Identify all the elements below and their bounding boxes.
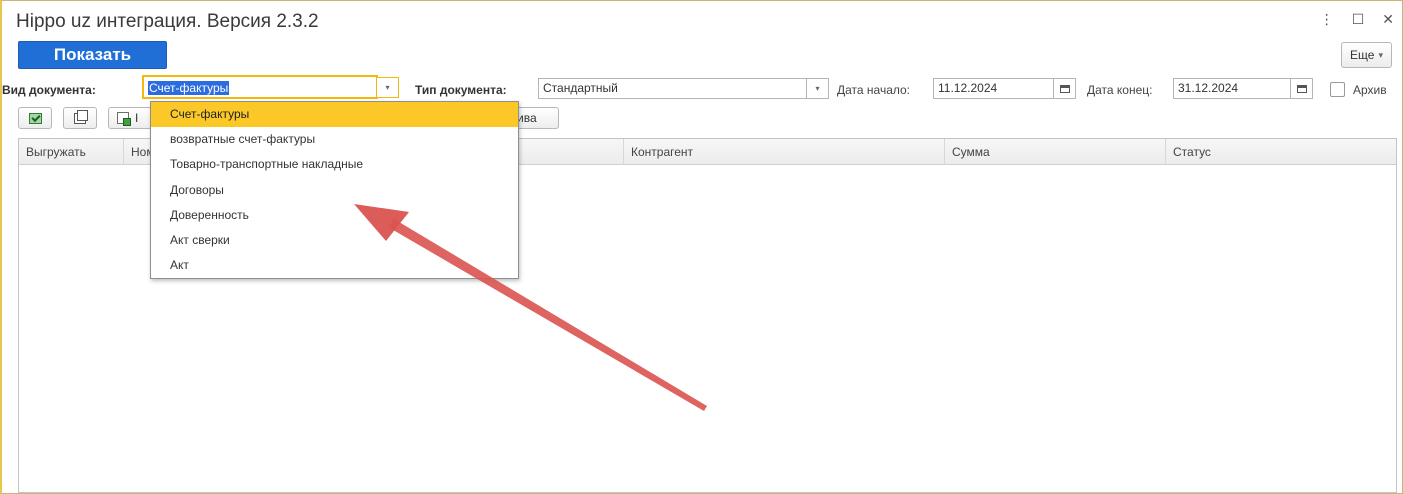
chevron-down-icon: ▾ <box>1378 49 1383 60</box>
check-all-icon <box>28 112 42 124</box>
date-end-label: Дата конец: <box>1087 83 1153 97</box>
column-header-export[interactable]: Выгружать <box>19 139 124 165</box>
date-start-label: Дата начало: <box>837 83 911 97</box>
more-button-label: Еще <box>1350 48 1375 62</box>
column-header-contractor[interactable]: Контрагент <box>624 139 945 165</box>
window-title: Hippo uz интеграция. Версия 2.3.2 <box>16 11 319 32</box>
export-button[interactable]: I <box>108 107 152 129</box>
date-start-calendar-button[interactable] <box>1053 78 1076 99</box>
archive-label: Архив <box>1353 83 1387 97</box>
dropdown-option-act[interactable]: Акт <box>151 253 518 278</box>
doc-type-dropdown-button[interactable]: ▾ <box>806 78 829 99</box>
date-end-input[interactable]: 31.12.2024 <box>1173 78 1291 99</box>
doc-kind-dropdown-list: Счет-фактуры возвратные счет-фактуры Тов… <box>150 101 519 279</box>
more-button[interactable]: Еще ▾ <box>1341 42 1392 68</box>
doc-kind-input[interactable]: Счет-фактуры <box>142 75 378 99</box>
calendar-icon <box>1296 84 1307 93</box>
calendar-icon <box>1059 84 1070 93</box>
doc-type-label: Тип документа: <box>415 83 507 97</box>
archive-checkbox[interactable] <box>1330 82 1345 97</box>
dropdown-option-return-invoices[interactable]: возвратные счет-фактуры <box>151 127 518 152</box>
more-menu-icon[interactable]: ⋮ <box>1320 11 1334 27</box>
dropdown-option-invoices[interactable]: Счет-фактуры <box>151 102 518 128</box>
chevron-down-icon: ▾ <box>385 83 390 92</box>
date-start-input[interactable]: 11.12.2024 <box>933 78 1054 99</box>
archive-action-label: ива <box>517 111 537 125</box>
maximize-icon[interactable]: ☐ <box>1352 11 1365 27</box>
window-controls: ⋮ ☐ ✕ <box>1320 11 1394 27</box>
copy-icon <box>74 109 88 124</box>
main-window: Hippo uz интеграция. Версия 2.3.2 ⋮ ☐ ✕ … <box>0 0 1403 494</box>
export-button-label: I <box>135 111 139 125</box>
dropdown-option-waybills[interactable]: Товарно-транспортные накладные <box>151 152 518 177</box>
column-header-sum[interactable]: Сумма <box>945 139 1166 165</box>
copy-button[interactable] <box>63 107 97 129</box>
column-header-status[interactable]: Статус <box>1166 139 1398 165</box>
dropdown-option-contracts[interactable]: Договоры <box>151 178 518 203</box>
export-document-icon <box>117 112 131 126</box>
close-icon[interactable]: ✕ <box>1382 11 1394 27</box>
doc-kind-label: Вид документа: <box>2 83 96 97</box>
check-all-button[interactable] <box>18 107 52 129</box>
dropdown-option-power-of-attorney[interactable]: Доверенность <box>151 203 518 228</box>
doc-kind-value: Счет-фактуры <box>148 81 230 95</box>
show-button[interactable]: Показать <box>18 41 167 69</box>
chevron-down-icon: ▾ <box>815 84 820 93</box>
doc-kind-dropdown-button[interactable]: ▾ <box>376 77 399 98</box>
dropdown-option-reconciliation-act[interactable]: Акт сверки <box>151 228 518 253</box>
doc-type-input[interactable]: Стандартный <box>538 78 807 99</box>
date-end-calendar-button[interactable] <box>1290 78 1313 99</box>
